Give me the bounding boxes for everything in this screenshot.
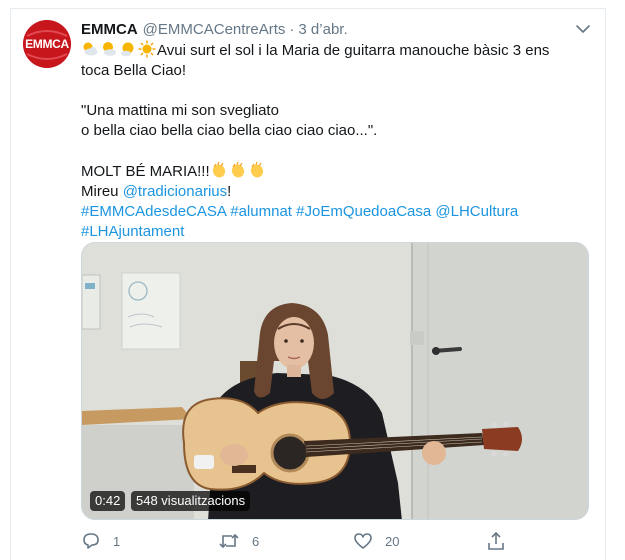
- tweet-header: EMMCA @EMMCACentreArts · 3 d’abr.: [81, 19, 348, 39]
- retweet-icon: [219, 533, 239, 549]
- video-player[interactable]: [81, 242, 589, 520]
- tweet-text-line-4: o bella ciao bella ciao bella ciao ciao …: [81, 122, 378, 139]
- hashtag-line-2: #LHAjuntament: [81, 222, 591, 242]
- hashtag-emmcadesdecasa[interactable]: #EMMCAdesdeCASA: [81, 203, 226, 220]
- video-duration-badge: 0:42: [90, 491, 126, 511]
- mention-lhcultura[interactable]: @LHCultura: [435, 203, 518, 220]
- heart-icon: [354, 533, 372, 549]
- chevron-down-icon[interactable]: [575, 21, 591, 37]
- retweet-button[interactable]: 6: [218, 530, 259, 552]
- sun-behind-small-cloud-icon: [121, 42, 134, 57]
- mireu-text: Mireu: [81, 183, 123, 200]
- like-count: 20: [385, 533, 400, 549]
- account-handle[interactable]: @EMMCACentreArts: [143, 21, 286, 38]
- tweet-line-5: MOLT BÉ MARIA!!!: [81, 161, 591, 182]
- video-thumbnail: [82, 243, 588, 519]
- exclamation-text: !: [227, 183, 232, 200]
- tweet-text-line-1: Avui surt el sol i la Maria de guitarra …: [157, 42, 550, 59]
- reply-count: 1: [113, 533, 121, 549]
- hashtag-lhajuntament[interactable]: #LHAjuntament: [81, 223, 184, 240]
- hashtag-line: #EMMCAdesdeCASA #alumnat #JoEmQuedoaCasa…: [81, 202, 591, 222]
- tweet-text-line-2: toca Bella Ciao!: [81, 62, 187, 79]
- avatar[interactable]: EMMCA: [23, 20, 71, 68]
- tweet-date[interactable]: 3 d’abr.: [298, 21, 347, 38]
- hashtag-joemquedoacasa[interactable]: #JoEmQuedoaCasa: [296, 203, 431, 220]
- tweet-text-line-3: "Una mattina mi son svegliato: [81, 102, 279, 119]
- separator-dot: ·: [289, 20, 295, 38]
- mention-tradicionarius[interactable]: @tradicionarius: [123, 183, 227, 200]
- account-name[interactable]: EMMCA: [81, 21, 138, 38]
- like-button[interactable]: 20: [353, 530, 399, 552]
- tweet-actions: 1 6 20: [81, 530, 581, 552]
- hashtag-alumnat[interactable]: #alumnat: [230, 203, 292, 220]
- clapping-hands-icon: [250, 161, 263, 178]
- reply-icon: [83, 533, 99, 549]
- avatar-label: EMMCA: [25, 37, 69, 51]
- clapping-hands-icon: [212, 161, 225, 178]
- tweet-line-6: Mireu @tradicionarius!: [81, 182, 591, 202]
- share-icon: [488, 531, 504, 550]
- retweet-count: 6: [252, 533, 260, 549]
- sun-behind-cloud-icon: [103, 42, 116, 56]
- tweet-text: Avui surt el sol i la Maria de guitarra …: [81, 40, 591, 242]
- share-button[interactable]: [486, 530, 518, 552]
- tweet-line-1: Avui surt el sol i la Maria de guitarra …: [81, 40, 591, 61]
- sun-icon: [138, 40, 156, 58]
- reply-button[interactable]: 1: [81, 530, 120, 552]
- sun-behind-cloud-icon: [83, 42, 98, 56]
- video-views-badge: 548 visualitzacions: [131, 491, 251, 511]
- tweet-text-line-5: MOLT BÉ MARIA!!!: [81, 163, 210, 180]
- clapping-hands-icon: [231, 161, 244, 178]
